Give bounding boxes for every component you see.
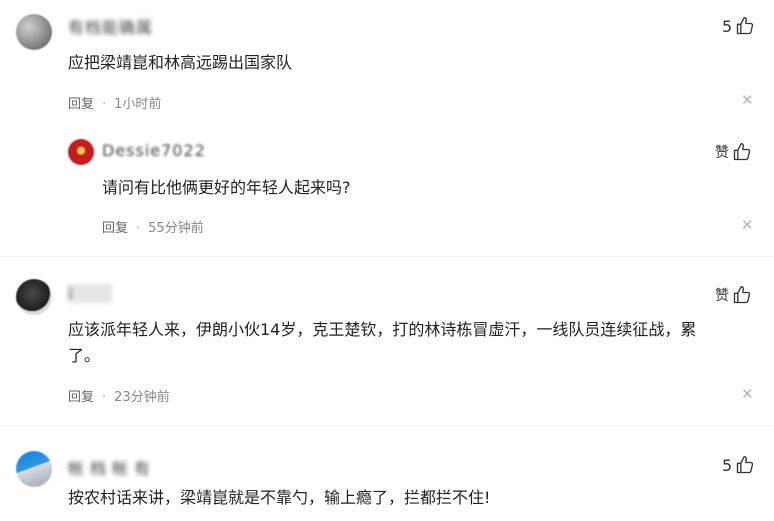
close-icon[interactable]: ✕	[741, 218, 754, 233]
comment-text-continued: 了。	[68, 346, 101, 365]
timestamp: 23分钟前	[114, 390, 170, 405]
like-count: 5	[722, 16, 733, 36]
username[interactable]: Dessie7022	[102, 141, 206, 160]
comment-text: 应把梁靖崑和林高远踢出国家队	[68, 53, 293, 72]
username[interactable]: i	[68, 284, 112, 303]
thumbs-up-icon	[737, 17, 754, 35]
reply-button[interactable]: 回复	[68, 97, 94, 112]
timestamp: 55分钟前	[148, 221, 204, 236]
username[interactable]: 有档能确属	[68, 14, 153, 38]
avatar[interactable]	[16, 279, 52, 315]
avatar[interactable]	[68, 139, 94, 165]
like-button[interactable]: 赞	[715, 142, 752, 162]
divider	[0, 256, 774, 257]
thumbs-up-icon	[733, 286, 751, 304]
divider	[0, 425, 774, 426]
close-icon[interactable]: ✕	[741, 387, 754, 402]
like-button[interactable]: 5	[722, 16, 755, 36]
like-count: 5	[722, 455, 733, 475]
avatar[interactable]	[16, 14, 52, 50]
like-button[interactable]: 赞	[715, 285, 752, 305]
comment-meta: 回复 · 1小时前	[68, 97, 162, 112]
comment-text: 按农村话来讲，梁靖崑就是不靠勺，输上瘾了，拦都拦不住!	[68, 488, 491, 507]
like-button[interactable]: 5	[722, 455, 755, 475]
comment-meta: 回复 · 23分钟前	[68, 390, 170, 405]
username[interactable]: 帐档帐有	[68, 455, 186, 479]
reply-button[interactable]: 回复	[102, 221, 128, 236]
thumbs-up-icon	[737, 456, 754, 474]
like-label: 赞	[715, 145, 729, 161]
reply-text: 请问有比他俩更好的年轻人起来吗?	[102, 178, 351, 197]
avatar[interactable]	[16, 451, 52, 487]
reply-meta: 回复 · 55分钟前	[102, 221, 204, 236]
close-icon[interactable]: ✕	[741, 93, 754, 108]
thumbs-up-icon	[733, 143, 751, 161]
comment-text: 应该派年轻人来，伊朗小伙14岁，克王楚钦，打的林诗栋冒虚汗，一线队员连续征战，累	[68, 320, 697, 339]
timestamp: 1小时前	[114, 97, 162, 112]
reply-button[interactable]: 回复	[68, 390, 94, 405]
like-label: 赞	[715, 288, 729, 304]
